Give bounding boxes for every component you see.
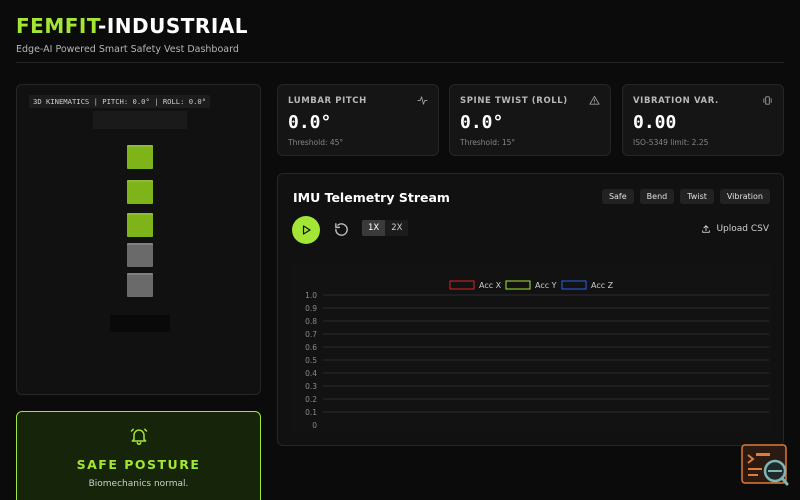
telemetry-chart: Acc X Acc Y Acc Z 1.0 0.9 0.8 0.7 0.6 0.5 0.4 0.3 0… — [290, 262, 771, 434]
spine-segment-3 — [127, 213, 153, 237]
metric-threshold: Threshold: 45° — [288, 138, 344, 147]
metric-threshold: ISO-5349 limit: 2.25 — [633, 138, 709, 147]
legend-label-2: Acc Z — [591, 281, 614, 290]
vibration-icon — [763, 96, 772, 105]
y-tick-label: 0.5 — [305, 356, 317, 365]
metric-value: 0.0° — [460, 112, 504, 133]
scenario-twist-button[interactable]: Twist — [680, 189, 714, 204]
play-button[interactable] — [292, 216, 320, 244]
legend-swatch-0[interactable] — [449, 280, 475, 290]
kinematics-label: 3D KINEMATICS | PITCH: 0.0° | ROLL: 0.0° — [29, 95, 211, 108]
y-tick-label: 0.9 — [305, 304, 317, 313]
metric-title: VIBRATION VAR. — [633, 96, 719, 106]
upload-icon — [702, 225, 711, 233]
metric-title: LUMBAR PITCH — [288, 96, 367, 106]
y-tick-label: 1.0 — [305, 291, 317, 300]
header-divider — [16, 62, 784, 63]
speed-1x-button[interactable]: 1X — [362, 220, 386, 236]
y-tick-label: 0.4 — [305, 369, 317, 378]
metric-card-vibration: VIBRATION VAR. 0.00 ISO-5349 limit: 2.25 — [622, 84, 784, 156]
posture-status-card: SAFE POSTURE Biomechanics normal. — [16, 411, 261, 500]
scenario-buttons: Safe Bend Twist Vibration — [601, 189, 770, 204]
y-tick-label: 0.3 — [305, 382, 317, 391]
y-tick-label: 0.7 — [305, 330, 317, 339]
pelvis-segment — [110, 315, 170, 332]
scenario-safe-button[interactable]: Safe — [601, 189, 634, 204]
legend-label-0: Acc X — [479, 281, 502, 290]
telemetry-chart-svg: Acc X Acc Y Acc Z 1.0 0.9 0.8 0.7 0.6 0.5 0.4 0.3 0… — [305, 280, 769, 430]
y-tick-label: 0.6 — [305, 343, 317, 352]
posture-status-title: SAFE POSTURE — [76, 457, 201, 472]
app-title: FEMFIT-INDUSTRIAL — [16, 14, 248, 38]
spine-segment-5 — [127, 273, 153, 297]
telemetry-title: IMU Telemetry Stream — [293, 190, 450, 205]
posture-status-subtitle: Biomechanics normal. — [88, 479, 189, 489]
play-icon — [302, 225, 311, 235]
y-tick-label: 0.2 — [305, 395, 317, 404]
terminal-search-icon[interactable] — [741, 444, 789, 488]
bell-icon — [130, 428, 148, 446]
upload-csv-label: Upload CSV — [716, 224, 769, 234]
metric-card-lumbar-pitch: LUMBAR PITCH 0.0° Threshold: 45° — [277, 84, 439, 156]
brand-accent: FEMFIT — [16, 14, 99, 38]
head-segment — [93, 111, 187, 129]
scenario-vibration-button[interactable]: Vibration — [719, 189, 770, 204]
y-tick-label: 0.1 — [305, 408, 317, 417]
spine-segment-1 — [127, 145, 153, 169]
telemetry-panel: IMU Telemetry Stream Safe Bend Twist Vib… — [277, 173, 784, 446]
header: FEMFIT-INDUSTRIAL Edge-AI Powered Smart … — [16, 14, 248, 55]
metric-card-spine-twist: SPINE TWIST (ROLL) 0.0° Threshold: 15° — [449, 84, 611, 156]
spine-segment-4 — [127, 243, 153, 267]
legend-swatch-1[interactable] — [505, 280, 531, 290]
upload-csv-button[interactable]: Upload CSV — [701, 224, 769, 234]
metric-value: 0.00 — [633, 112, 677, 133]
kinematics-viewport[interactable]: 3D KINEMATICS | PITCH: 0.0° | ROLL: 0.0° — [16, 84, 261, 395]
speed-2x-button[interactable]: 2X — [385, 220, 409, 236]
brand-rest: -INDUSTRIAL — [98, 14, 248, 38]
scenario-bend-button[interactable]: Bend — [639, 189, 675, 204]
reset-icon[interactable] — [333, 221, 350, 238]
spine-segment-2 — [127, 180, 153, 204]
metric-threshold: Threshold: 15° — [460, 138, 516, 147]
legend-swatch-2[interactable] — [561, 280, 587, 290]
speed-toggle: 1X 2X — [362, 220, 409, 236]
warning-icon — [589, 95, 600, 105]
y-tick-label: 0.8 — [305, 317, 317, 326]
legend-label-1: Acc Y — [535, 281, 557, 290]
app-subtitle: Edge-AI Powered Smart Safety Vest Dashbo… — [16, 44, 239, 55]
metric-title: SPINE TWIST (ROLL) — [460, 96, 568, 106]
metric-value: 0.0° — [288, 112, 332, 133]
activity-icon — [417, 96, 428, 105]
y-tick-label: 0 — [312, 421, 317, 430]
